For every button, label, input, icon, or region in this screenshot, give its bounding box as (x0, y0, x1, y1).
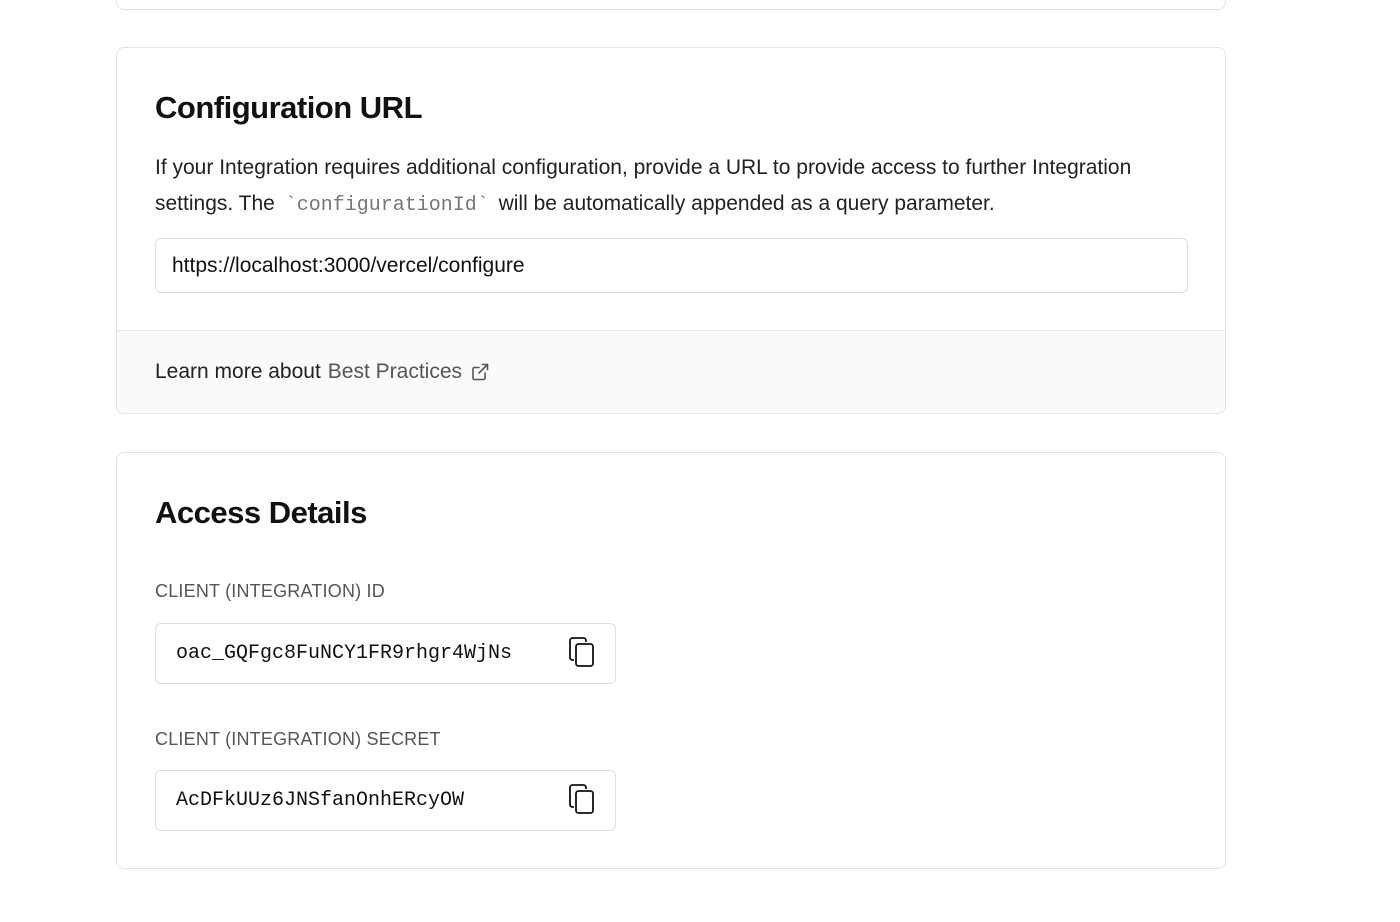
configuration-url-title: Configuration URL (155, 90, 423, 125)
client-secret-field: AcDFkUUz6JNSfanOnhERcyOW (155, 770, 616, 831)
configuration-url-card: Configuration URL If your Integration re… (116, 47, 1226, 414)
configuration-url-input[interactable] (155, 238, 1188, 293)
best-practices-link-label: Best Practices (327, 360, 462, 383)
client-id-field: oac_GQFgc8FuNCY1FR9rhgr4WjNs (155, 623, 616, 684)
client-secret-value: AcDFkUUz6JNSfanOnhERcyOW (176, 789, 465, 812)
copy-icon (568, 783, 596, 818)
description-text-end: will be automatically appended as a quer… (498, 192, 995, 215)
page: Configuration URL If your Integration re… (0, 0, 1400, 922)
configuration-id-code: `configurationId` (284, 194, 489, 217)
access-details-card: Access Details CLIENT (INTEGRATION) ID o… (116, 452, 1226, 869)
client-id-label: CLIENT (INTEGRATION) ID (155, 581, 385, 601)
learn-more-text: Learn more about Best Practices (155, 360, 490, 384)
copy-client-id-button[interactable] (565, 637, 599, 671)
external-link-icon (470, 362, 490, 382)
configuration-url-description: If your Integration requires additional … (155, 150, 1205, 224)
learn-more-prefix: Learn more about (155, 360, 321, 383)
previous-section-card (116, 0, 1226, 10)
copy-icon (568, 636, 596, 671)
copy-client-secret-button[interactable] (565, 784, 599, 818)
client-secret-label: CLIENT (INTEGRATION) SECRET (155, 729, 441, 749)
configuration-url-footer: Learn more about Best Practices (117, 330, 1225, 413)
best-practices-link[interactable]: Best Practices (328, 360, 490, 384)
access-details-title: Access Details (155, 495, 367, 530)
client-id-value: oac_GQFgc8FuNCY1FR9rhgr4WjNs (176, 642, 513, 665)
